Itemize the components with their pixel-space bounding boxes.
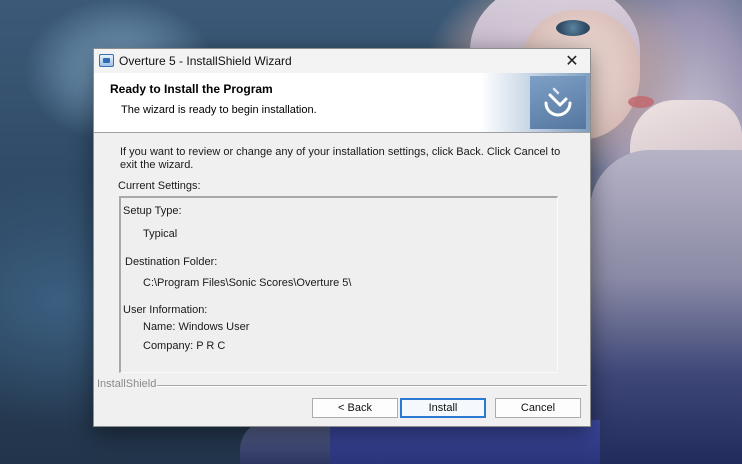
intro-line-2: exit the wizard. [120, 159, 194, 171]
cancel-button[interactable]: Cancel [495, 398, 581, 418]
company-value: Company: P R C [143, 340, 226, 352]
close-button[interactable]: ✕ [558, 49, 586, 73]
destination-folder-value: C:\Program Files\Sonic Scores\Overture 5… [143, 277, 352, 289]
wallpaper-dress [590, 150, 742, 464]
intro-line-1: If you want to review or change any of y… [120, 146, 561, 158]
current-settings-box[interactable]: Setup Type: Typical Destination Folder: … [119, 196, 558, 373]
setup-type-label: Setup Type: [123, 205, 182, 217]
footer-divider [157, 385, 587, 387]
setup-type-value: Typical [143, 228, 178, 240]
current-settings-label: Current Settings: [118, 180, 201, 192]
banner-graphic [480, 73, 590, 132]
title-bar[interactable]: Overture 5 - InstallShield Wizard ✕ [94, 49, 590, 73]
user-name-value: Name: Windows User [143, 321, 250, 333]
installshield-brand-label: InstallShield [97, 378, 157, 390]
destination-folder-label: Destination Folder: [125, 256, 218, 268]
install-button[interactable]: Install [400, 398, 486, 418]
banner-title: Ready to Install the Program [110, 82, 273, 96]
user-information-label: User Information: [123, 304, 208, 316]
back-button[interactable]: < Back [312, 398, 398, 418]
installshield-wizard-window: Overture 5 - InstallShield Wizard ✕ Read… [93, 48, 591, 427]
wallpaper-eye [556, 20, 590, 36]
installer-icon [99, 54, 114, 67]
window-title: Overture 5 - InstallShield Wizard [119, 54, 292, 68]
intro-text: If you want to review or change any of y… [120, 146, 580, 172]
wizard-banner: Ready to Install the Program The wizard … [94, 73, 590, 133]
wallpaper-lips [628, 96, 654, 108]
banner-subtitle: The wizard is ready to begin installatio… [121, 104, 317, 116]
installshield-logo-icon [530, 76, 586, 129]
